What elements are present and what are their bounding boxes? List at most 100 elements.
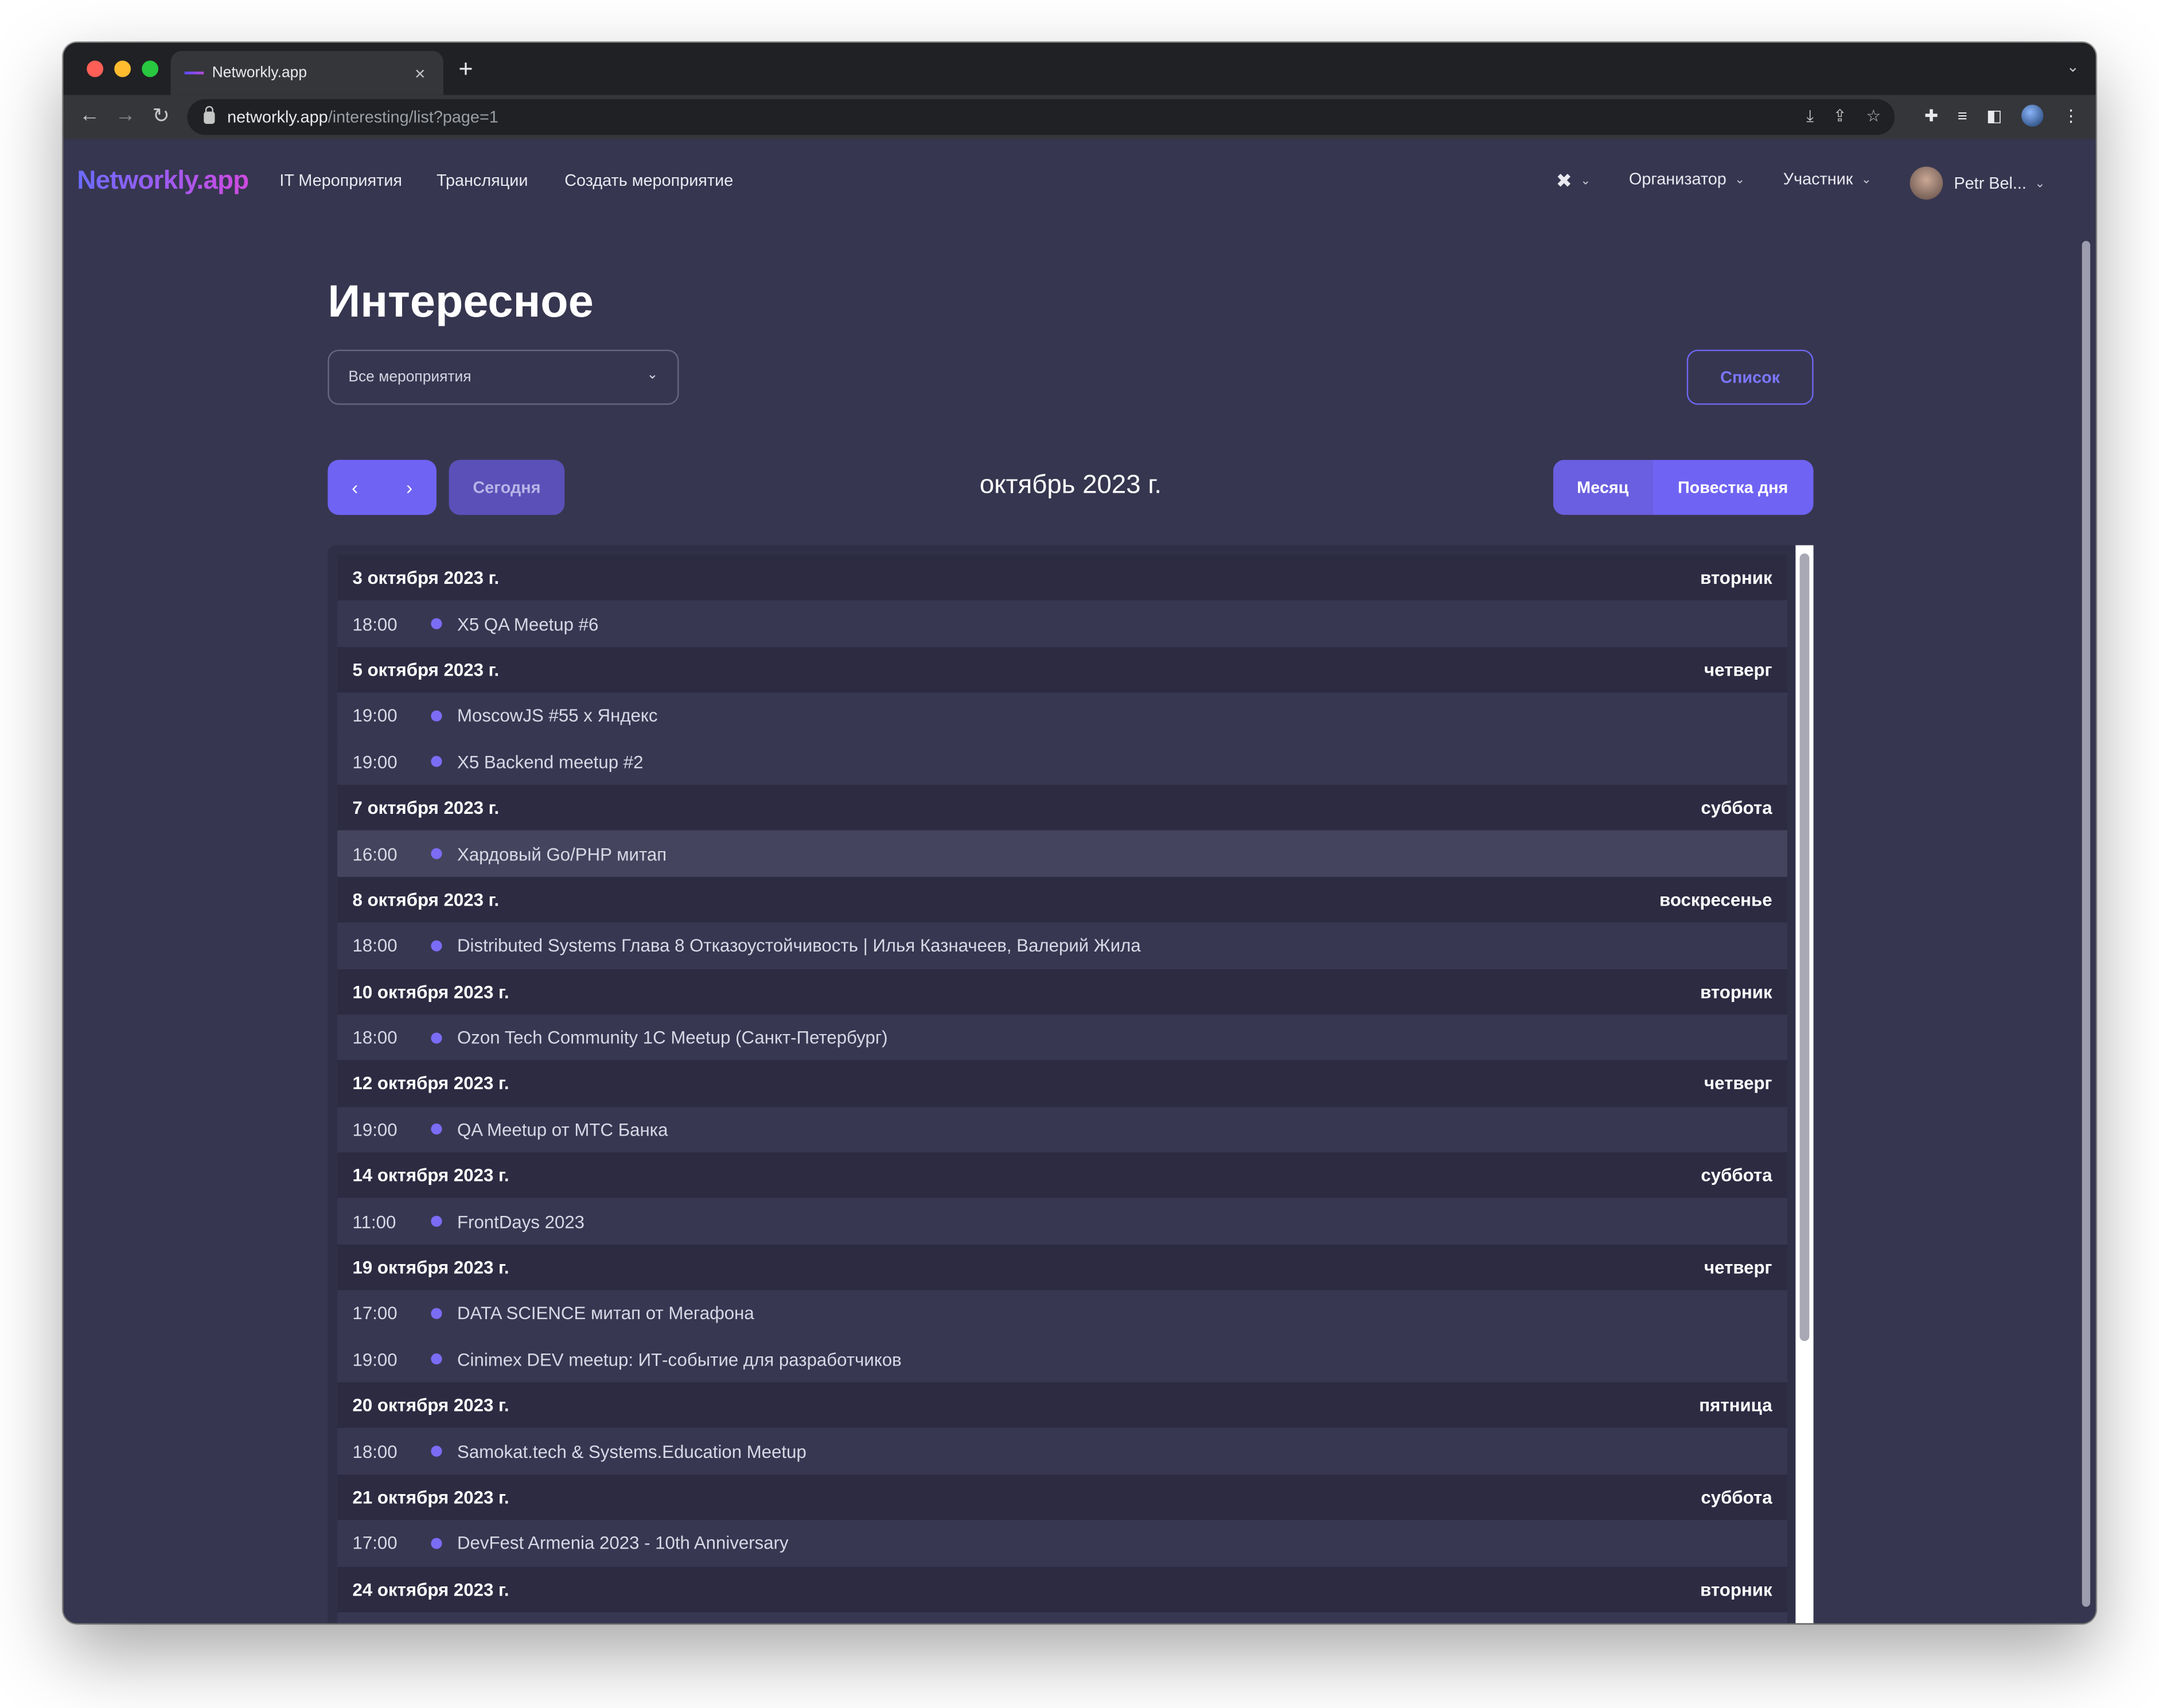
- agenda-scrollbar[interactable]: [1795, 545, 1814, 1624]
- agenda-date: 5 октября 2023 г.: [352, 659, 500, 680]
- back-icon[interactable]: ←: [72, 103, 107, 127]
- agenda-weekday: четверг: [1704, 1073, 1772, 1094]
- chevron-down-icon: ⌄: [2035, 176, 2045, 190]
- event-time: 18:00: [352, 1027, 397, 1048]
- browser-menu-icon[interactable]: ⋮: [2063, 106, 2079, 126]
- forward-icon[interactable]: →: [107, 103, 143, 127]
- event-title[interactable]: MoscowJS #55 x Яндекс: [457, 705, 658, 726]
- event-dot-icon: [431, 1538, 442, 1549]
- agenda-list[interactable]: 3 октября 2023 г. вторник 18:00 X5 QA Meetu…: [337, 555, 1787, 1624]
- agenda-day-header: 12 октября 2023 г. четверг: [337, 1060, 1787, 1107]
- agenda-event[interactable]: 17:00 DATA SCIENCE митап от Мегафона: [337, 1290, 1787, 1337]
- user-menu[interactable]: Petr Bel... ⌄: [1909, 166, 2045, 200]
- agenda-day-header: 20 октября 2023 г. пятница: [337, 1382, 1787, 1429]
- agenda-weekday: вторник: [1700, 567, 1772, 588]
- tools-menu[interactable]: ✖ ⌄: [1556, 169, 1591, 193]
- event-time: 16:00: [352, 843, 397, 864]
- agenda-event[interactable]: 19:00 QA Meetup от МТС Банка: [337, 1106, 1787, 1153]
- agenda-event[interactable]: 18:00 Distributed Systems Глава 8 Отказоу…: [337, 922, 1787, 969]
- chevron-down-icon: ⌄: [646, 367, 658, 383]
- chevron-down-icon: ⌄: [1580, 173, 1591, 188]
- event-title[interactable]: FrontDays 2023: [457, 1211, 584, 1232]
- install-app-icon[interactable]: ⤓: [1806, 106, 1814, 127]
- close-window-button[interactable]: [87, 60, 104, 77]
- event-title[interactable]: Ozon Tech Community 1С Meetup (Санкт-Пет…: [457, 1027, 888, 1048]
- event-time: 19:00: [352, 1349, 397, 1370]
- agenda-event[interactable]: 11:00 FrontDays 2023: [337, 1198, 1787, 1245]
- agenda-view-button[interactable]: Повестка дня: [1652, 459, 1814, 515]
- agenda-date: 7 октября 2023 г.: [352, 797, 500, 818]
- nav-link-it-events[interactable]: IT Мероприятия: [279, 171, 402, 190]
- tab-close-icon[interactable]: ×: [410, 63, 430, 83]
- agenda-date: 10 октября 2023 г.: [352, 981, 509, 1002]
- browser-tab[interactable]: Networkly.app ×: [170, 50, 443, 95]
- event-title[interactable]: QA Meetup от МТС Банка: [457, 1119, 668, 1140]
- event-title[interactable]: X5 QA Meetup #6: [457, 614, 598, 634]
- agenda-event[interactable]: 18:00Avito Design Talk #9: продуктовые и…: [337, 1612, 1787, 1624]
- reading-list-icon[interactable]: ≡: [1958, 106, 1967, 126]
- event-dot-icon: [431, 1445, 442, 1457]
- bookmark-star-icon[interactable]: ☆: [1866, 106, 1881, 127]
- url-host: networkly.app: [227, 107, 328, 127]
- event-title[interactable]: X5 Backend meetup #2: [457, 751, 643, 772]
- avatar: [1909, 166, 1943, 200]
- page: Networkly.app IT Мероприятия Трансляции …: [63, 139, 2096, 1624]
- agenda-event[interactable]: 18:00 Ozon Tech Community 1С Meetup (Санк…: [337, 1015, 1787, 1061]
- event-title[interactable]: DevFest Armenia 2023 - 10th Anniversary: [457, 1533, 789, 1554]
- event-time: 17:00: [352, 1532, 397, 1554]
- agenda-day-header: 24 октября 2023 г. вторник: [337, 1566, 1787, 1613]
- site-logo[interactable]: Networkly.app: [77, 166, 249, 197]
- event-title[interactable]: Хардовый Go/PHP митап: [457, 843, 667, 864]
- event-title[interactable]: Cinimex DEV meetup: ИТ-событие для разра…: [457, 1349, 902, 1370]
- agenda-weekday: четверг: [1704, 1257, 1772, 1278]
- new-tab-button[interactable]: +: [458, 55, 473, 84]
- agenda-event[interactable]: 19:00 MoscowJS #55 x Яндекс: [337, 692, 1787, 739]
- chevron-down-icon: ⌄: [1735, 171, 1745, 185]
- page-scroll-thumb[interactable]: [2082, 241, 2091, 1607]
- url-path: /interesting/list?page=1: [328, 107, 498, 127]
- agenda-event[interactable]: 18:00 Samokat.tech & Systems.Education Me…: [337, 1428, 1787, 1475]
- event-title[interactable]: DATA SCIENCE митап от Мегафона: [457, 1303, 754, 1324]
- page-title: Интересное: [328, 275, 594, 326]
- user-name: Petr Bel...: [1954, 173, 2027, 193]
- agenda-event[interactable]: 16:00 Хардовый Go/PHP митап: [337, 830, 1787, 877]
- page-scrollbar[interactable]: [2076, 235, 2096, 1624]
- event-time: 18:00: [352, 935, 397, 956]
- agenda-event[interactable]: 19:00 X5 Backend meetup #2: [337, 739, 1787, 785]
- maximize-window-button[interactable]: [142, 60, 159, 77]
- participant-menu[interactable]: Участник ⌄: [1783, 169, 1872, 189]
- agenda-scroll-thumb[interactable]: [1799, 553, 1810, 1342]
- share-icon[interactable]: ⇪: [1833, 106, 1847, 127]
- tab-search-button[interactable]: ⌄: [2067, 58, 2079, 76]
- list-view-button[interactable]: Список: [1686, 349, 1814, 405]
- site-header: Networkly.app IT Мероприятия Трансляции …: [63, 139, 2095, 227]
- event-time: 17:00: [352, 1303, 397, 1324]
- address-bar[interactable]: networkly.app/interesting/list?page=1 ⤓ …: [187, 99, 1895, 135]
- event-filter-select[interactable]: Все мероприятия ⌄: [328, 349, 679, 405]
- month-view-button[interactable]: Месяц: [1553, 459, 1653, 515]
- window-controls: [87, 60, 159, 77]
- minimize-window-button[interactable]: [114, 60, 131, 77]
- profile-avatar-icon[interactable]: [2021, 104, 2044, 127]
- agenda-event[interactable]: 19:00 Cinimex DEV meetup: ИТ-событие для …: [337, 1336, 1787, 1383]
- reload-icon[interactable]: ↻: [143, 103, 179, 128]
- agenda-day-header: 14 октября 2023 г. суббота: [337, 1152, 1787, 1199]
- event-title[interactable]: Samokat.tech & Systems.Education Meetup: [457, 1441, 806, 1461]
- event-dot-icon: [431, 940, 442, 952]
- organizer-menu[interactable]: Организатор ⌄: [1629, 169, 1745, 189]
- event-dot-icon: [431, 710, 442, 722]
- event-time: 11:00: [352, 1211, 396, 1232]
- nav-link-create-event[interactable]: Создать мероприятие: [564, 171, 733, 190]
- agenda-event[interactable]: 18:00 X5 QA Meetup #6: [337, 600, 1787, 647]
- agenda-day-header: 19 октября 2023 г. четверг: [337, 1244, 1787, 1290]
- lock-icon[interactable]: [204, 105, 215, 123]
- agenda-day-header: 5 октября 2023 г. четверг: [337, 646, 1787, 693]
- tools-icon: ✖: [1556, 169, 1572, 192]
- agenda-event[interactable]: 17:00 DevFest Armenia 2023 - 10th Anniver…: [337, 1520, 1787, 1566]
- event-title[interactable]: Distributed Systems Глава 8 Отказоустойч…: [457, 935, 1141, 956]
- event-filter-value: Все мероприятия: [348, 369, 471, 386]
- nav-link-broadcasts[interactable]: Трансляции: [437, 171, 528, 190]
- agenda-date: 19 октября 2023 г.: [352, 1257, 509, 1278]
- extensions-puzzle-icon[interactable]: ✚: [1924, 106, 1938, 126]
- side-panel-icon[interactable]: ◧: [1986, 106, 2002, 126]
